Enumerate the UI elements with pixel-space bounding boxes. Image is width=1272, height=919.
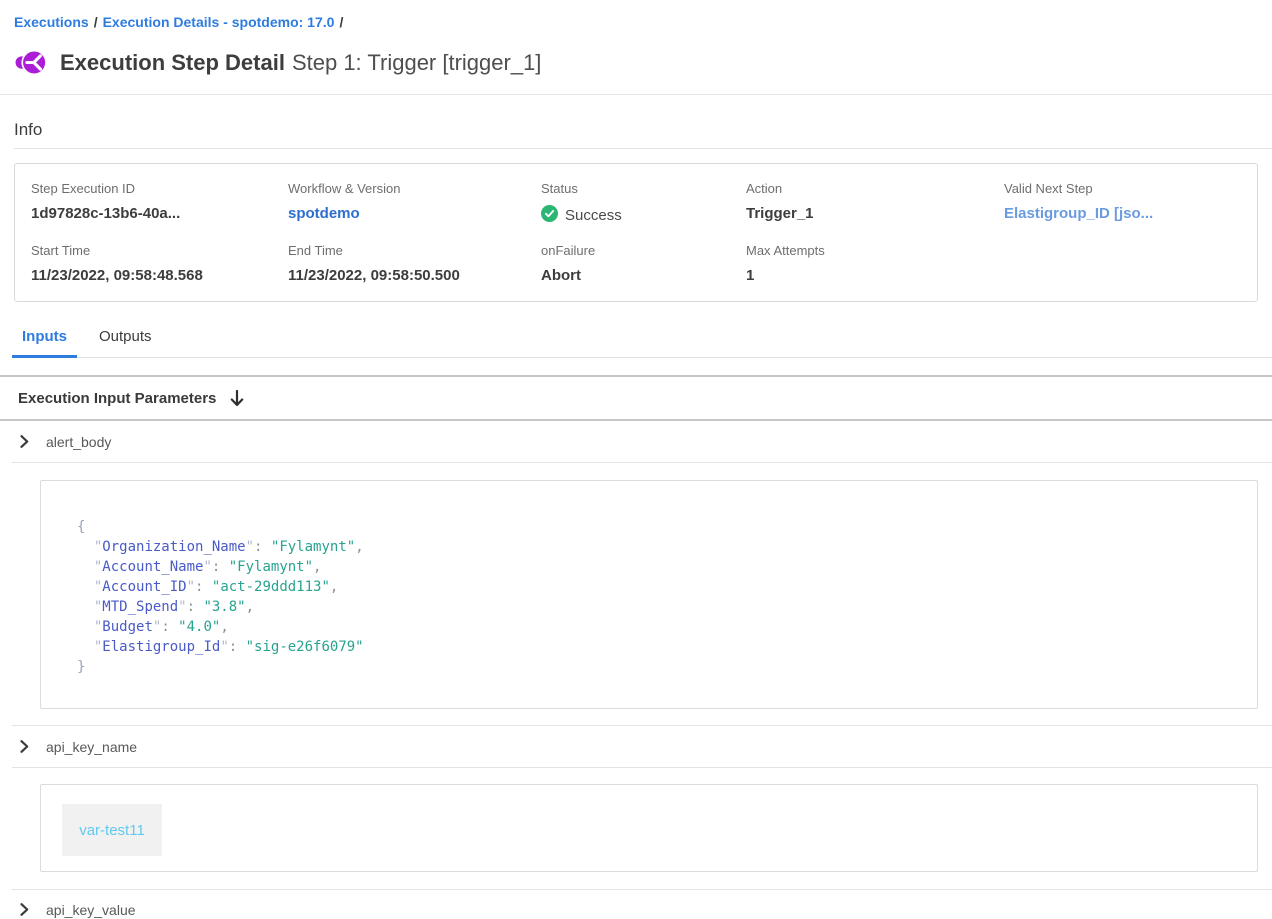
divider bbox=[14, 148, 1272, 149]
param-row-alert-body[interactable]: alert_body bbox=[0, 421, 1272, 462]
arrow-down-icon[interactable] bbox=[230, 390, 244, 407]
tab-outputs[interactable]: Outputs bbox=[89, 322, 162, 358]
field-label: Status bbox=[541, 181, 746, 196]
alert-body-json: { "Organization_Name": "Fylamynt", "Acco… bbox=[77, 517, 1237, 677]
info-section-title: Info bbox=[14, 119, 1258, 140]
fylamynt-logo-icon bbox=[14, 46, 47, 79]
field-value: 11/23/2022, 09:58:50.500 bbox=[288, 267, 541, 285]
info-field-max-attempts: Max Attempts 1 bbox=[746, 243, 1004, 285]
field-label: onFailure bbox=[541, 243, 746, 258]
info-field-step-execution-id: Step Execution ID 1d97828c-13b6-40a... bbox=[31, 181, 288, 227]
breadcrumb-separator: / bbox=[334, 14, 348, 30]
param-name: alert_body bbox=[46, 434, 111, 450]
execution-step-detail-page: Executions/Execution Details - spotdemo:… bbox=[0, 0, 1272, 919]
param-row-api-key-name[interactable]: api_key_name bbox=[0, 726, 1272, 767]
alert-body-value-panel: { "Organization_Name": "Fylamynt", "Acco… bbox=[40, 480, 1258, 709]
page-header: Execution Step Detail Step 1: Trigger [tr… bbox=[14, 46, 1258, 79]
page-subtitle: Step 1: Trigger [trigger_1] bbox=[292, 50, 541, 75]
success-check-icon bbox=[541, 205, 558, 227]
param-row-api-key-value[interactable]: api_key_value bbox=[0, 890, 1272, 919]
api-key-name-value-panel: var-test11 bbox=[40, 784, 1258, 872]
info-field-onfailure: onFailure Abort bbox=[541, 243, 746, 285]
info-field-valid-next-step: Valid Next Step Elastigroup_ID [jso... bbox=[1004, 181, 1241, 227]
field-label: Workflow & Version bbox=[288, 181, 541, 196]
divider bbox=[12, 767, 1272, 768]
info-card: Step Execution ID 1d97828c-13b6-40a...Wor… bbox=[14, 163, 1258, 302]
chevron-right-icon bbox=[20, 435, 29, 448]
page-title: Execution Step Detail bbox=[60, 50, 285, 75]
field-label: Start Time bbox=[31, 243, 288, 258]
field-label: Valid Next Step bbox=[1004, 181, 1241, 196]
field-label: Action bbox=[746, 181, 1004, 196]
field-label: Max Attempts bbox=[746, 243, 1004, 258]
info-field-end-time: End Time 11/23/2022, 09:58:50.500 bbox=[288, 243, 541, 285]
chevron-right-icon bbox=[20, 740, 29, 753]
field-value: Abort bbox=[541, 267, 746, 285]
field-value: 1 bbox=[746, 267, 1004, 285]
breadcrumb-link[interactable]: Executions bbox=[14, 14, 89, 30]
field-label: Step Execution ID bbox=[31, 181, 288, 196]
param-name: api_key_name bbox=[46, 739, 137, 755]
tab-bar: Inputs Outputs bbox=[12, 322, 1272, 358]
field-value[interactable]: spotdemo bbox=[288, 205, 541, 223]
field-value: Success bbox=[541, 205, 746, 227]
param-name: api_key_value bbox=[46, 902, 136, 918]
divider bbox=[0, 94, 1272, 95]
api-key-name-value: var-test11 bbox=[62, 804, 162, 856]
chevron-right-icon bbox=[20, 903, 29, 916]
breadcrumb-separator: / bbox=[89, 14, 103, 30]
info-field-start-time: Start Time 11/23/2022, 09:58:48.568 bbox=[31, 243, 288, 285]
info-field-action: Action Trigger_1 bbox=[746, 181, 1004, 227]
params-header-label: Execution Input Parameters bbox=[18, 390, 216, 407]
breadcrumb-link[interactable]: Execution Details - spotdemo: 17.0 bbox=[103, 14, 335, 30]
field-label: End Time bbox=[288, 243, 541, 258]
field-value[interactable]: Elastigroup_ID [jso... bbox=[1004, 205, 1241, 223]
info-field-status: Status Success bbox=[541, 181, 746, 227]
field-value: 1d97828c-13b6-40a... bbox=[31, 205, 288, 223]
breadcrumb: Executions/Execution Details - spotdemo:… bbox=[0, 0, 1272, 30]
execution-input-parameters-header: Execution Input Parameters bbox=[0, 377, 1272, 419]
info-field-workflow-version: Workflow & Version spotdemo bbox=[288, 181, 541, 227]
divider bbox=[12, 462, 1272, 463]
tab-inputs[interactable]: Inputs bbox=[12, 322, 77, 358]
status-text: Success bbox=[565, 207, 622, 225]
field-value: Trigger_1 bbox=[746, 205, 1004, 223]
field-value: 11/23/2022, 09:58:48.568 bbox=[31, 267, 288, 285]
